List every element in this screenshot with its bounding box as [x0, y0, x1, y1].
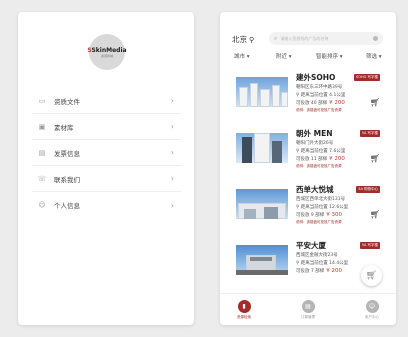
media-icon: ▣: [38, 122, 46, 131]
tab-label: 用户中心: [365, 315, 379, 319]
filter-sort[interactable]: 智能排序 ▾: [316, 52, 343, 60]
listing-badge: 5A 购物中心: [356, 186, 380, 193]
listing-price: ¥ 200: [326, 268, 342, 274]
search-input[interactable]: ⌕ 请输入您想找的广告的名称: [269, 32, 383, 45]
chevron-right-icon: ›: [170, 200, 174, 210]
menu-item-qualification[interactable]: ▭ 资质文件 ›: [32, 88, 182, 114]
menu-item-label: 素材库: [54, 123, 74, 132]
listing-price: ¥ 200: [329, 100, 345, 106]
building-photo: [236, 189, 288, 219]
order-icon: ▤: [301, 300, 315, 313]
user-icon: ☺: [38, 201, 46, 209]
menu-item-label: 联系我们: [54, 175, 80, 184]
listing-stock: 可投放 40 部梯: [296, 101, 328, 106]
menu-item-contact[interactable]: ☏ 联系我们 ›: [32, 166, 182, 192]
filter-city[interactable]: 城市 ▾: [234, 52, 250, 60]
listing-name: 建外SOHO: [296, 73, 336, 82]
listing-stock: 可投放 7 部梯: [296, 269, 325, 274]
resource-search-panel: 北京 ⚲ ⌕ 请输入您想找的广告的名称 城市 ▾ 附近 ▾ 智能排序 ▾ 筛选 …: [220, 12, 396, 325]
logo-subtext: 资源商城: [100, 53, 113, 58]
brand-logo: SSkinMedia 资源商城: [87, 34, 127, 70]
listing-badge: 5A 写字楼: [359, 242, 380, 249]
listing-distance: ⚲ 距离当前位置 4.1公里: [296, 93, 346, 98]
floating-cart-button[interactable]: 🛒︎: [361, 265, 382, 286]
bottom-tab-bar: ▮ 资源检索 ▤ 订单管理 ☺ 用户中心: [220, 293, 396, 325]
menu-item-label: 资质文件: [54, 97, 80, 106]
tab-label: 订单管理: [301, 315, 315, 319]
listing-note: 说明：该楼盘可投放广告资源: [296, 108, 342, 112]
listing-address: 西城区西单北大街131号: [296, 197, 346, 202]
cart-icon[interactable]: 🛒︎: [370, 154, 380, 163]
folder-icon: ▭: [38, 96, 46, 105]
search-placeholder: 请输入您想找的广告的名称: [280, 35, 329, 41]
chevron-right-icon: ›: [170, 122, 174, 131]
user-icon: ☺: [365, 300, 379, 313]
listing-note: 说明：该楼盘可投放广告资源: [296, 220, 342, 224]
building-photo: [236, 245, 288, 275]
phone-icon: ☏: [37, 174, 47, 183]
listing-card[interactable]: 建外SOHO SOHO 写字楼 朝阳区东三环中路39号 ⚲ 距离当前位置 4.1…: [220, 72, 396, 124]
listing-price: ¥ 300: [326, 212, 342, 218]
chevron-right-icon: ›: [170, 174, 174, 183]
listing-badge: 5A 写字楼: [359, 130, 380, 137]
listing-card[interactable]: 西单大悦城 5A 购物中心 西城区西单北大街131号 ⚲ 距离当前位置 12.6…: [220, 184, 396, 236]
building-icon: ▮: [237, 300, 251, 313]
menu-item-invoice[interactable]: ▤ 发票信息 ›: [32, 140, 182, 166]
listing-distance: ⚲ 距离当前位置 14.4公里: [296, 261, 349, 266]
menu-item-profile[interactable]: ☺ 个人信息 ›: [32, 192, 182, 218]
listing-availability: 可投放 11 部梯 ¥ 200: [296, 156, 345, 162]
cart-icon: 🛒︎: [365, 270, 378, 281]
listing-address: 西城区金融大街23号: [296, 253, 338, 258]
tab-resource-search[interactable]: ▮ 资源检索: [224, 300, 264, 320]
listing-address: 朝阳区东三环中路39号: [296, 85, 343, 90]
listing-badge: SOHO 写字楼: [354, 74, 380, 81]
tab-label: 资源检索: [237, 315, 251, 319]
menu-item-media-library[interactable]: ▣ 素材库 ›: [32, 114, 182, 140]
invoice-icon: ▤: [38, 148, 46, 157]
listing-availability: 可投放 9 部梯 ¥ 300: [296, 212, 342, 218]
listing-note: 说明：该楼盘可投放广告资源: [296, 164, 342, 168]
listing-distance: ⚲ 距离当前位置 7.6公里: [296, 149, 346, 154]
listing-availability: 可投放 40 部梯 ¥ 200: [296, 100, 345, 106]
filter-more[interactable]: 筛选 ▾: [366, 52, 382, 60]
chevron-right-icon: ›: [170, 96, 174, 105]
listing-price: ¥ 200: [329, 156, 345, 162]
cart-icon[interactable]: 🛒︎: [370, 98, 380, 107]
location-pin-icon: ⚲: [249, 35, 255, 44]
clear-icon[interactable]: [373, 36, 378, 41]
listing-stock: 可投放 11 部梯: [296, 157, 328, 162]
listing-address: 朝阳门外大街26号: [296, 141, 334, 146]
menu-item-label: 个人信息: [54, 202, 80, 210]
search-icon: ⌕: [274, 34, 278, 42]
listing-name: 朝外 MEN: [296, 129, 333, 138]
chevron-right-icon: ›: [170, 148, 174, 157]
listing-name: 平安大厦: [296, 241, 326, 250]
city-selector[interactable]: 北京 ⚲: [232, 34, 254, 45]
listing-distance: ⚲ 距离当前位置 12.6公里: [296, 205, 349, 210]
listing-stock: 可投放 9 部梯: [296, 213, 325, 218]
listing-availability: 可投放 7 部梯 ¥ 200: [296, 268, 342, 274]
logo-brand-text: SkinMedia: [91, 46, 127, 54]
account-menu-panel: SSkinMedia 资源商城 ▭ 资质文件 › ▣ 素材库 › ▤ 发票信息 …: [18, 12, 194, 325]
menu-item-label: 发票信息: [54, 149, 80, 158]
listing-name: 西单大悦城: [296, 185, 334, 194]
account-menu: ▭ 资质文件 › ▣ 素材库 › ▤ 发票信息 › ☏ 联系我们 › ☺ 个人信…: [32, 88, 182, 218]
filter-nearby[interactable]: 附近 ▾: [276, 52, 292, 60]
tab-order-management[interactable]: ▤ 订单管理: [288, 300, 328, 320]
tab-user-center[interactable]: ☺ 用户中心: [352, 300, 392, 320]
building-photo: [236, 77, 288, 107]
cart-icon[interactable]: 🛒︎: [370, 210, 380, 219]
building-photo: [236, 133, 288, 163]
filter-bar: 城市 ▾ 附近 ▾ 智能排序 ▾ 筛选 ▾: [220, 52, 396, 64]
listing-card[interactable]: 朝外 MEN 5A 写字楼 朝阳门外大街26号 ⚲ 距离当前位置 7.6公里 可…: [220, 128, 396, 180]
city-label: 北京: [232, 35, 247, 44]
